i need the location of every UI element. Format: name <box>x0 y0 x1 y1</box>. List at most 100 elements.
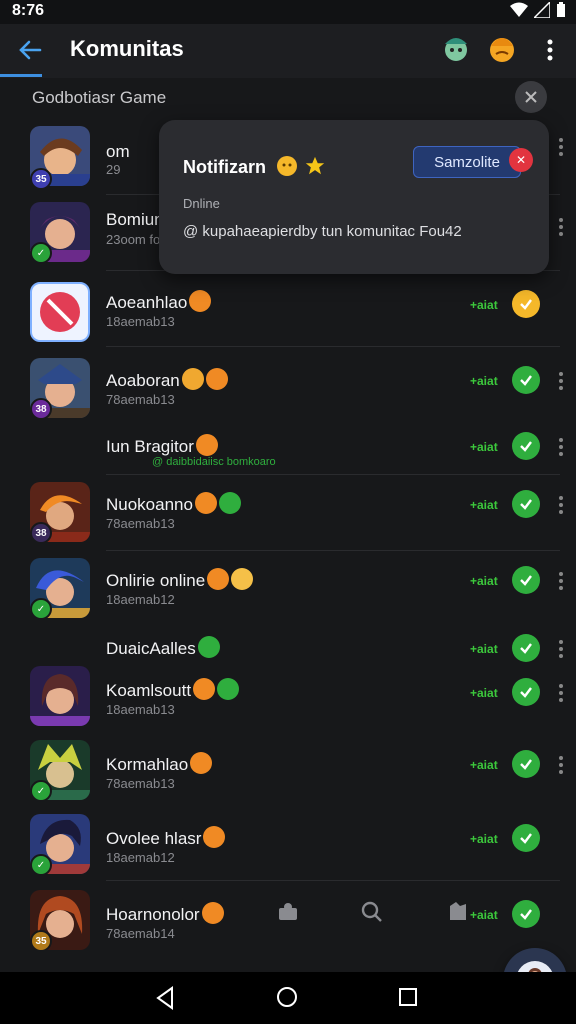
emoji-icon <box>207 568 230 590</box>
nav-home-icon[interactable] <box>276 986 298 1008</box>
signal-icon <box>534 2 550 18</box>
row-name-text: Iun Bragitor <box>106 437 194 456</box>
more-icon[interactable] <box>556 638 566 660</box>
more-icon[interactable] <box>556 570 566 592</box>
verified-badge: ✓ <box>30 854 52 876</box>
nav-back-icon[interactable] <box>154 986 176 1010</box>
close-icon <box>525 91 537 103</box>
emoji-icon <box>277 156 298 176</box>
row-name: Kormahlao <box>106 752 213 775</box>
notification-title-text: Notifizarn <box>183 157 266 177</box>
online-status: +aiat <box>470 686 498 700</box>
online-status: +aiat <box>470 298 498 312</box>
row-name: Nuokoanno <box>106 492 241 515</box>
character-avatar-icon[interactable] <box>440 32 472 64</box>
check-icon <box>520 759 532 770</box>
bottom-tab-bar <box>260 896 500 928</box>
check-icon <box>520 375 532 386</box>
more-icon[interactable] <box>556 370 566 392</box>
row-name: om <box>106 142 130 161</box>
more-icon[interactable] <box>556 136 566 158</box>
row-subtitle: 23oom foc <box>106 232 167 247</box>
status-check[interactable] <box>512 432 540 460</box>
more-icon[interactable] <box>556 494 566 516</box>
emoji-icon <box>189 290 212 312</box>
row-subtitle: 18aemab12 <box>106 592 175 607</box>
more-icon[interactable] <box>556 216 566 238</box>
emoji-icon <box>205 368 228 390</box>
online-status: +aiat <box>470 758 498 772</box>
row-name: Ovolee hlasr <box>106 826 226 849</box>
status-check[interactable] <box>512 566 540 594</box>
row-name: Onlirie online <box>106 568 254 591</box>
status-time: 8:76 <box>12 2 45 19</box>
row-subtitle: 18aemab13 <box>106 702 175 717</box>
online-status: +aiat <box>470 574 498 588</box>
status-check[interactable] <box>512 824 540 852</box>
online-status: +aiat <box>470 642 498 656</box>
row-name-text: Nuokoanno <box>106 495 193 514</box>
no-entry-icon <box>40 292 80 332</box>
emoji-icon <box>193 678 216 700</box>
row-subtitle: @ daibbidaiisc bomkoaro <box>152 456 276 468</box>
close-button[interactable] <box>515 81 547 113</box>
divider <box>106 474 560 475</box>
online-status: +aiat <box>470 832 498 846</box>
emoji-avatar-icon[interactable] <box>486 32 518 64</box>
status-check[interactable] <box>512 900 540 928</box>
row-name-text: Kormahlao <box>106 755 189 774</box>
notification-status-label: Dnline <box>183 196 220 211</box>
bookmark-icon[interactable] <box>446 900 470 924</box>
system-nav-bar <box>0 972 576 1024</box>
row-name-text: Koamlsoutt <box>106 681 192 700</box>
notification-action-button[interactable]: Samzolite <box>413 146 521 178</box>
status-check[interactable] <box>512 490 540 518</box>
row-name-text: Aoaboran <box>106 371 180 390</box>
check-icon <box>520 833 532 844</box>
row-name-text: Onlirie online <box>106 571 206 590</box>
row-subtitle: 78aemab13 <box>106 392 175 407</box>
close-icon[interactable]: ✕ <box>509 148 533 172</box>
divider <box>106 346 560 347</box>
row-name-text: Ovolee hlasr <box>106 829 202 848</box>
check-icon <box>520 643 532 654</box>
status-check[interactable] <box>512 366 540 394</box>
nav-recents-icon[interactable] <box>398 987 418 1007</box>
emoji-icon <box>231 568 254 590</box>
emoji-icon <box>194 492 217 514</box>
online-status: +aiat <box>470 498 498 512</box>
check-icon <box>520 441 532 452</box>
notification-popup: Notifizarn Samzolite ✕ Dnline @ kupahaea… <box>159 120 549 274</box>
emoji-icon <box>201 902 224 924</box>
status-bar: 8:76 <box>0 0 576 24</box>
back-arrow-icon[interactable] <box>16 36 44 64</box>
battery-icon <box>557 2 565 17</box>
profile-icon[interactable] <box>276 900 300 924</box>
app-bar: Komunitas <box>0 24 576 78</box>
emoji-icon <box>217 678 240 700</box>
check-icon <box>520 499 532 510</box>
check-icon <box>520 299 532 310</box>
emoji-icon <box>181 368 204 390</box>
status-icons <box>510 2 566 18</box>
status-check[interactable] <box>512 634 540 662</box>
verified-badge: ✓ <box>30 780 52 802</box>
section-title: Godbotiasr Game <box>32 88 167 107</box>
more-icon[interactable] <box>556 682 566 704</box>
divider <box>106 880 560 881</box>
hero-avatar-icon <box>30 666 90 726</box>
row-subtitle: 18aemab12 <box>106 850 175 865</box>
online-status: +aiat <box>470 374 498 388</box>
more-icon[interactable] <box>556 436 566 458</box>
more-icon[interactable] <box>556 754 566 776</box>
check-icon <box>520 575 532 586</box>
tab-indicator <box>0 74 42 77</box>
overflow-menu-icon[interactable] <box>540 36 560 64</box>
status-check[interactable] <box>512 290 540 318</box>
status-check[interactable] <box>512 678 540 706</box>
status-check[interactable] <box>512 750 540 778</box>
row-name-text: DuaicAalles <box>106 639 196 658</box>
notification-title: Notifizarn <box>183 154 326 178</box>
search-icon[interactable] <box>360 900 384 924</box>
row-name: Aoeanhlao <box>106 290 212 313</box>
